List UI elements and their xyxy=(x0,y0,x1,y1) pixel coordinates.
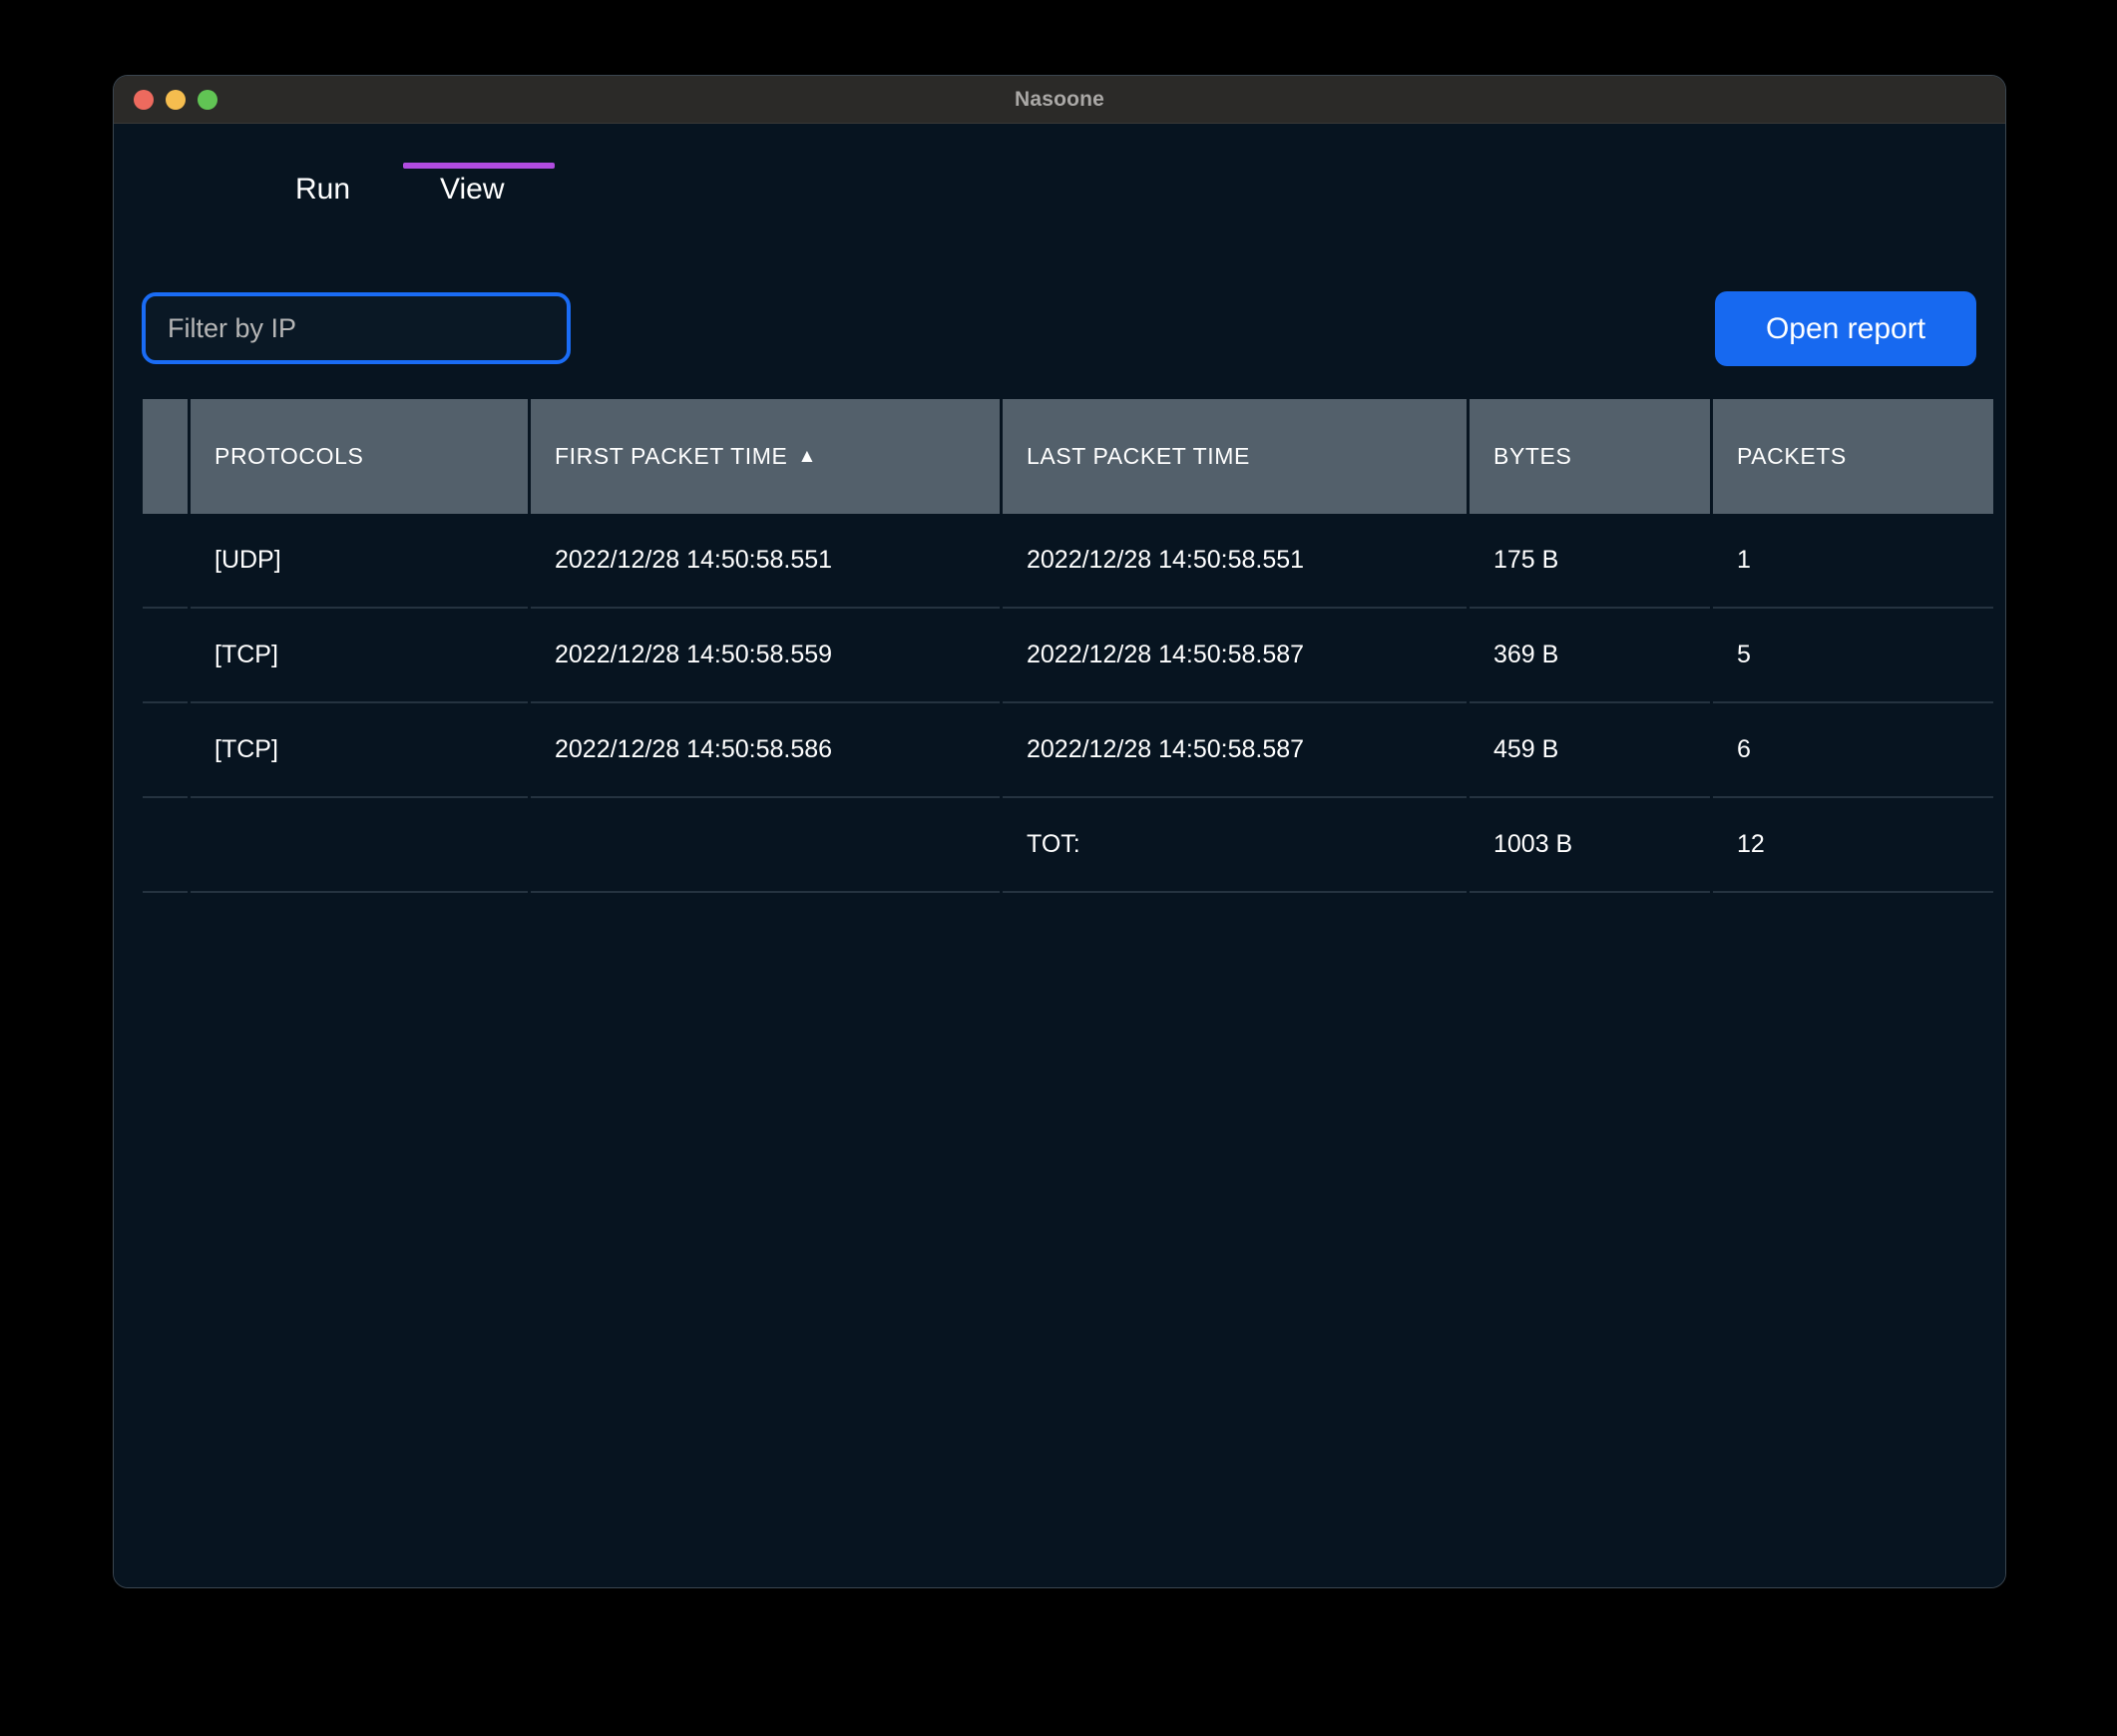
tab-run[interactable]: Run xyxy=(295,172,350,208)
total-cell-bytes: 1003 B xyxy=(1470,798,1710,893)
window-title: Nasoone xyxy=(114,88,2005,112)
sort-ascending-icon: ▲ xyxy=(797,446,816,468)
controls-row: Open report xyxy=(114,285,2005,375)
cell-last-packet-time: 2022/12/28 14:50:58.587 xyxy=(1003,703,1467,798)
table-row[interactable]: [UDP] 2022/12/28 14:50:58.551 2022/12/28… xyxy=(143,514,1978,609)
column-header-bytes-label: BYTES xyxy=(1493,443,1571,470)
cell-protocols: [UDP] xyxy=(191,514,528,609)
cell-first-packet-time: 2022/12/28 14:50:58.559 xyxy=(531,609,1000,703)
cell-packets: 1 xyxy=(1713,514,1993,609)
close-window-icon[interactable] xyxy=(134,90,154,110)
cell-index xyxy=(143,514,188,609)
column-header-first-packet-time[interactable]: FIRST PACKET TIME ▲ xyxy=(531,399,1000,514)
window-body: Run View Open report PROTOCOLS FIRST PAC… xyxy=(114,124,2005,1587)
open-report-button[interactable]: Open report xyxy=(1715,291,1976,366)
minimize-window-icon[interactable] xyxy=(166,90,186,110)
app-window: Nasoone Run View Open report PROTOCOLS F… xyxy=(113,75,2006,1588)
total-label: TOT: xyxy=(1003,798,1467,893)
cell-packets: 6 xyxy=(1713,703,1993,798)
total-cell-index xyxy=(143,798,188,893)
total-cell-protocols xyxy=(191,798,528,893)
table-row[interactable]: [TCP] 2022/12/28 14:50:58.559 2022/12/28… xyxy=(143,609,1978,703)
cell-last-packet-time: 2022/12/28 14:50:58.587 xyxy=(1003,609,1467,703)
connections-table: PROTOCOLS FIRST PACKET TIME ▲ LAST PACKE… xyxy=(143,399,1978,893)
title-bar: Nasoone xyxy=(114,76,2005,124)
cell-packets: 5 xyxy=(1713,609,1993,703)
cell-last-packet-time: 2022/12/28 14:50:58.551 xyxy=(1003,514,1467,609)
total-cell-first-packet-time xyxy=(531,798,1000,893)
filter-by-ip-input[interactable] xyxy=(142,292,571,364)
column-header-packets[interactable]: PACKETS xyxy=(1713,399,1993,514)
cell-bytes: 369 B xyxy=(1470,609,1710,703)
cell-protocols: [TCP] xyxy=(191,609,528,703)
cell-bytes: 459 B xyxy=(1470,703,1710,798)
column-header-protocols[interactable]: PROTOCOLS xyxy=(191,399,528,514)
maximize-window-icon[interactable] xyxy=(198,90,217,110)
active-tab-indicator xyxy=(403,163,555,169)
column-header-protocols-label: PROTOCOLS xyxy=(214,443,363,470)
column-header-last-packet-time[interactable]: LAST PACKET TIME xyxy=(1003,399,1467,514)
table-row[interactable]: [TCP] 2022/12/28 14:50:58.586 2022/12/28… xyxy=(143,703,1978,798)
cell-first-packet-time: 2022/12/28 14:50:58.551 xyxy=(531,514,1000,609)
cell-first-packet-time: 2022/12/28 14:50:58.586 xyxy=(531,703,1000,798)
column-header-packets-label: PACKETS xyxy=(1737,443,1847,470)
tab-view[interactable]: View xyxy=(440,172,504,208)
total-cell-packets: 12 xyxy=(1713,798,1993,893)
traffic-light-group xyxy=(134,90,217,110)
table-header-row: PROTOCOLS FIRST PACKET TIME ▲ LAST PACKE… xyxy=(143,399,1978,514)
cell-protocols: [TCP] xyxy=(191,703,528,798)
column-header-bytes[interactable]: BYTES xyxy=(1470,399,1710,514)
column-header-index[interactable] xyxy=(143,399,188,514)
cell-index xyxy=(143,609,188,703)
tab-bar: Run View xyxy=(114,124,2005,233)
cell-index xyxy=(143,703,188,798)
table-total-row: TOT: 1003 B 12 xyxy=(143,798,1978,893)
cell-bytes: 175 B xyxy=(1470,514,1710,609)
column-header-first-packet-time-label: FIRST PACKET TIME xyxy=(555,443,787,470)
column-header-last-packet-time-label: LAST PACKET TIME xyxy=(1027,443,1250,470)
